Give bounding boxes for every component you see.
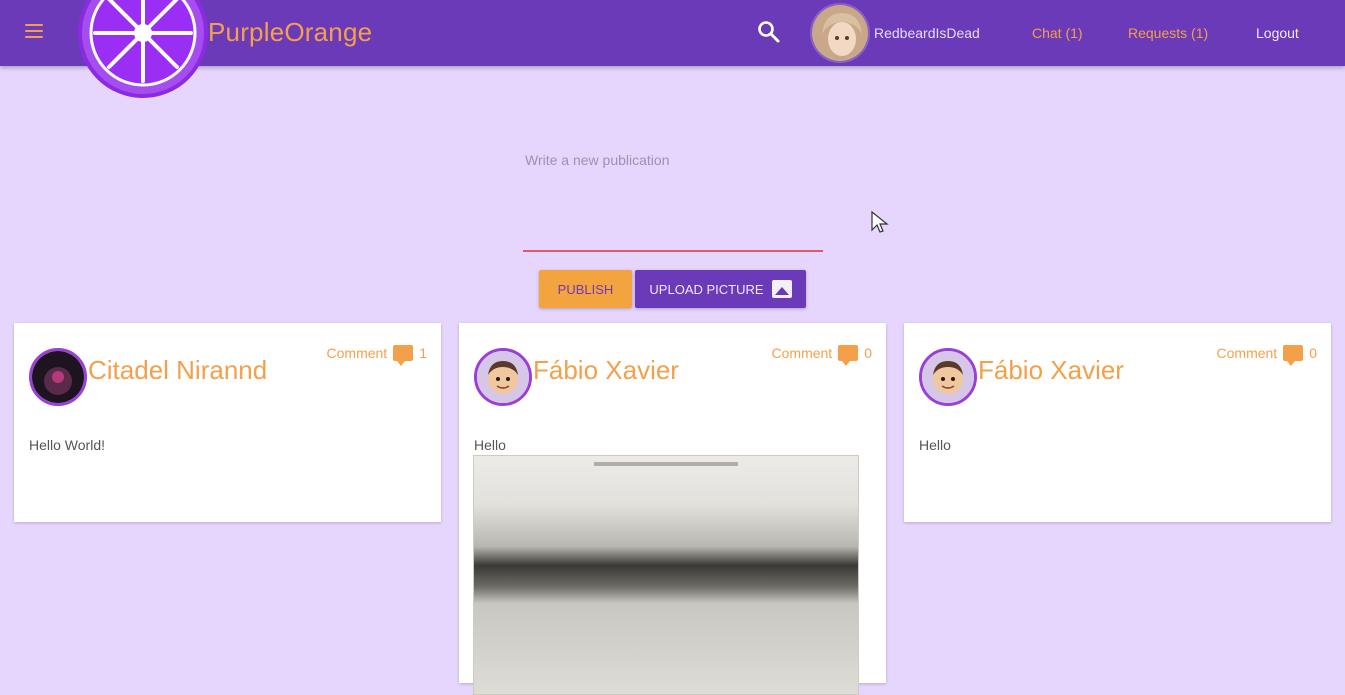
author-avatar[interactable] bbox=[474, 348, 532, 406]
publication-textarea[interactable]: Write a new publication bbox=[523, 140, 823, 252]
comment-label: Comment bbox=[771, 345, 833, 361]
user-avatar[interactable] bbox=[810, 3, 870, 63]
upload-picture-button[interactable]: UPLOAD PICTURE bbox=[635, 270, 806, 308]
upload-picture-label: UPLOAD PICTURE bbox=[649, 281, 764, 297]
image-icon bbox=[771, 280, 792, 298]
post-text: Hello bbox=[474, 437, 506, 453]
post-author[interactable]: Fábio Xavier bbox=[978, 355, 1124, 386]
requests-link[interactable]: Requests (1) bbox=[1128, 25, 1208, 41]
hamburger-menu-icon[interactable] bbox=[22, 20, 46, 44]
publish-button[interactable]: PUBLISH bbox=[539, 270, 632, 308]
comment-button[interactable]: Comment 0 bbox=[1216, 345, 1317, 366]
comment-button[interactable]: Comment 1 bbox=[326, 345, 427, 366]
search-icon[interactable] bbox=[756, 19, 782, 45]
author-avatar[interactable] bbox=[29, 348, 87, 406]
comment-label: Comment bbox=[1216, 345, 1278, 361]
post-photo[interactable] bbox=[473, 455, 859, 695]
post-card: Citadel Nirannd Comment 1 Hello World! bbox=[14, 323, 441, 522]
post-text: Hello bbox=[919, 437, 951, 453]
comment-count: 0 bbox=[864, 345, 872, 361]
username-label[interactable]: RedbeardIsDead bbox=[874, 25, 980, 41]
publish-button-label: PUBLISH bbox=[557, 281, 614, 297]
comment-button[interactable]: Comment 0 bbox=[771, 345, 872, 366]
photo-caption-strip bbox=[594, 462, 738, 466]
author-avatar[interactable] bbox=[919, 348, 977, 406]
comment-count: 0 bbox=[1309, 345, 1317, 361]
mouse-cursor-icon bbox=[870, 210, 890, 236]
post-card: Fábio Xavier Comment 0 Hello bbox=[904, 323, 1331, 522]
post-author[interactable]: Citadel Nirannd bbox=[88, 355, 267, 386]
comment-icon bbox=[838, 345, 859, 366]
comment-label: Comment bbox=[326, 345, 388, 361]
post-text: Hello World! bbox=[29, 437, 105, 453]
post-author[interactable]: Fábio Xavier bbox=[533, 355, 679, 386]
comment-count: 1 bbox=[419, 345, 427, 361]
comment-icon bbox=[393, 345, 414, 366]
brand-name[interactable]: PurpleOrange bbox=[208, 17, 372, 48]
comment-icon bbox=[1283, 345, 1304, 366]
publication-placeholder: Write a new publication bbox=[525, 152, 670, 168]
logout-link[interactable]: Logout bbox=[1256, 25, 1299, 41]
post-card: Fábio Xavier Comment 0 Hello bbox=[459, 323, 886, 695]
orange-slice-logo-icon[interactable] bbox=[78, 0, 208, 98]
chat-link[interactable]: Chat (1) bbox=[1032, 25, 1083, 41]
